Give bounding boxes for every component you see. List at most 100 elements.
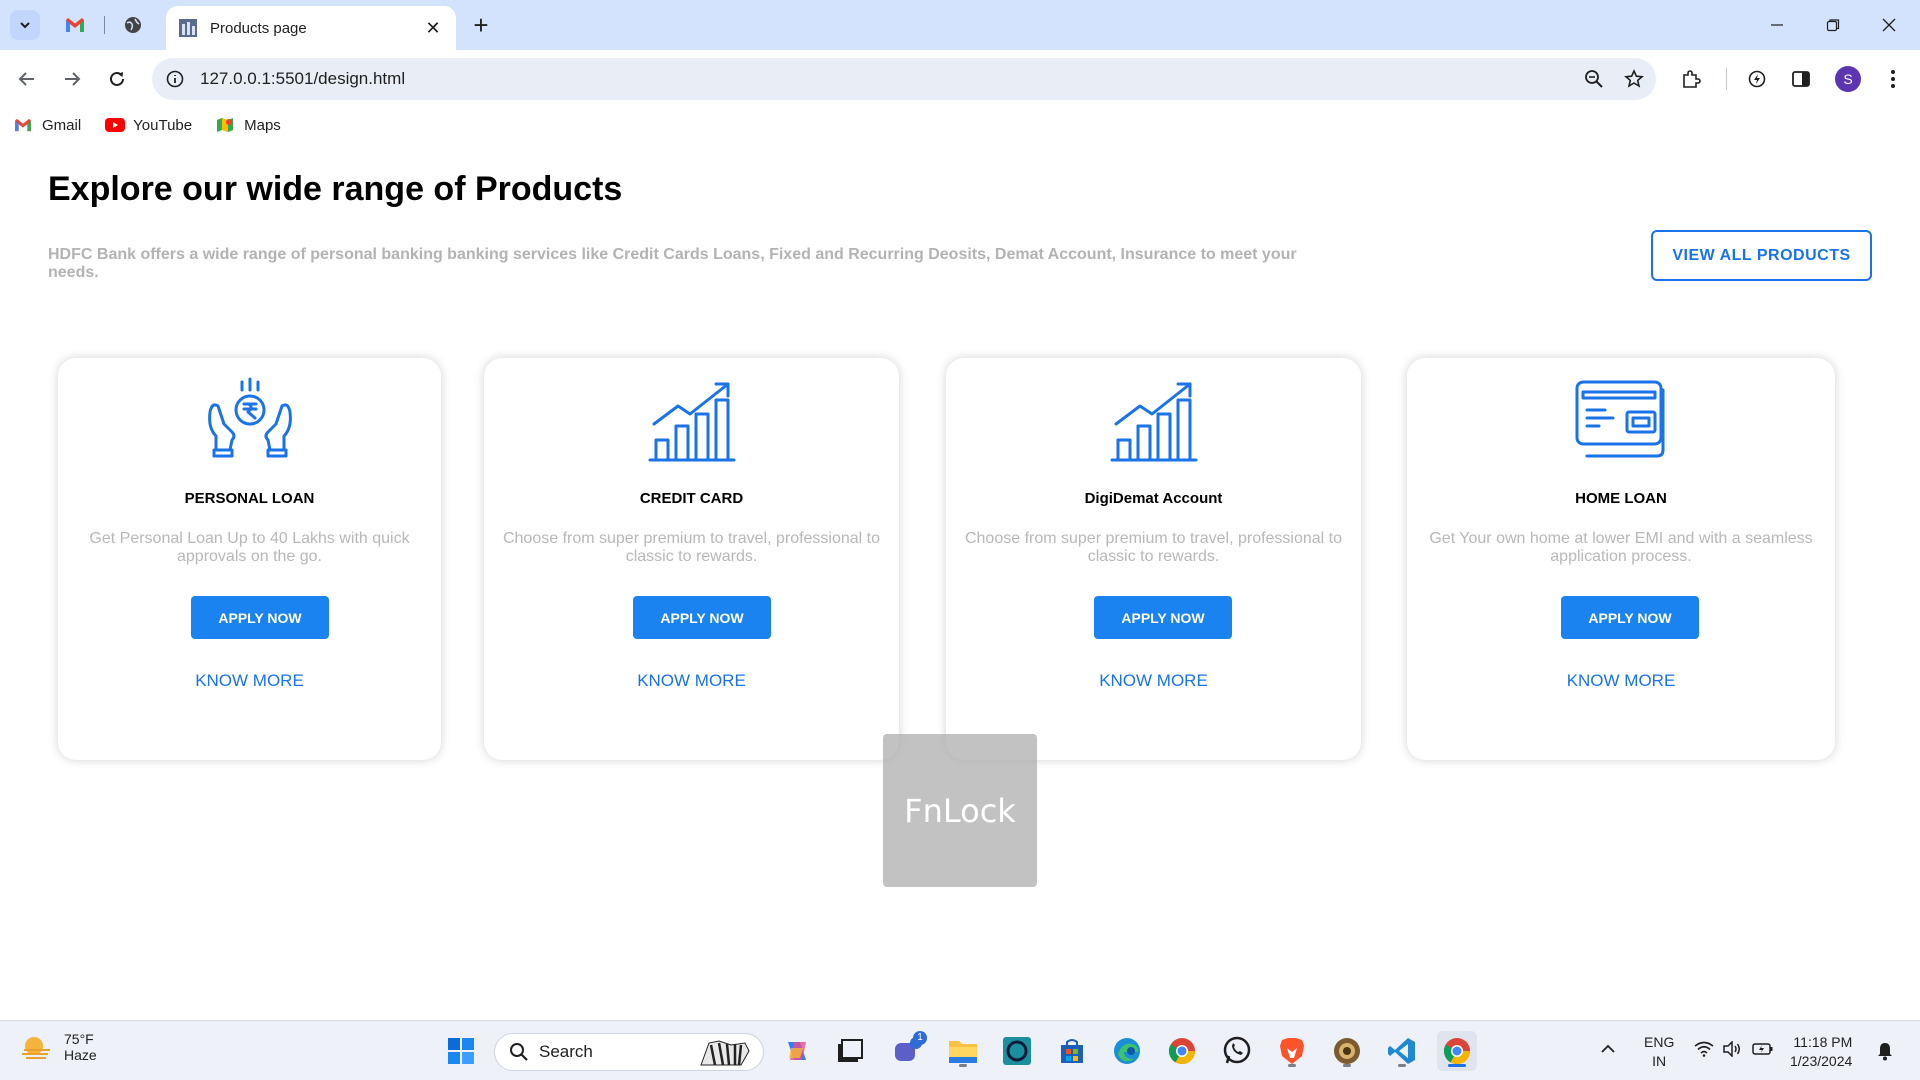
close-tab-icon[interactable]: ✕ [422,17,444,39]
chevron-up-icon [1601,1044,1615,1053]
performance-button[interactable] [1740,62,1774,96]
bookmark-star-icon[interactable] [1616,61,1652,97]
page-description: HDFC Bank offers a wide range of persona… [48,246,1297,281]
teams-badge: 1 [913,1031,927,1045]
taskbar-app-store[interactable] [1052,1031,1092,1071]
language-indicator[interactable]: ENG IN [1644,1033,1674,1071]
battery-icon[interactable] [1752,1041,1774,1060]
gmail-icon [66,18,84,32]
pinned-tab-globe[interactable] [120,12,146,38]
start-button[interactable] [441,1031,481,1071]
chrome-icon [1443,1038,1471,1065]
running-indicator [1288,1064,1296,1067]
bookmark-youtube[interactable]: YouTube [105,117,192,134]
restore-button[interactable] [1810,8,1856,42]
taskbar: 75°F Haze Search 1 ENG IN 11:18 PM 1/23/… [0,1020,1920,1080]
bookmark-label: YouTube [133,116,193,134]
taskbar-app-copilot[interactable] [777,1031,817,1071]
tab-separator [104,16,105,34]
active-indicator [1448,1064,1466,1067]
running-indicator [1398,1064,1406,1067]
bookmark-gmail[interactable]: Gmail [14,117,81,134]
alexa-icon [1003,1037,1031,1065]
taskbar-app-teams[interactable]: 1 [887,1031,927,1071]
extensions-button[interactable] [1674,62,1708,96]
taskbar-app-task-view[interactable] [830,1031,870,1071]
know-more-link[interactable]: KNOW MORE [946,671,1361,691]
running-indicator [959,1064,967,1067]
know-more-link[interactable]: KNOW MORE [58,671,441,691]
know-more-link[interactable]: KNOW MORE [484,671,899,691]
taskbar-app-vscode[interactable] [1382,1031,1422,1071]
tab-search-button[interactable] [10,10,40,40]
taskbar-search[interactable]: Search [494,1033,764,1071]
copilot-icon [788,1042,806,1060]
minimize-icon [1771,24,1783,26]
emblem-icon [1334,1038,1360,1064]
search-icon [510,1043,528,1061]
reload-button[interactable] [100,62,134,96]
taskbar-app-whatsapp[interactable] [1217,1031,1257,1071]
page-favicon-icon [179,19,197,37]
arrow-right-icon [65,72,81,86]
site-info-icon[interactable] [162,66,188,92]
card-description: Choose from super premium to travel, pro… [964,530,1343,565]
running-indicator [1343,1064,1351,1067]
new-tab-button[interactable]: + [466,10,496,40]
apply-now-button[interactable]: APPLY NOW [633,596,771,639]
wifi-icon[interactable] [1694,1041,1714,1060]
taskbar-app-emblem[interactable] [1327,1031,1367,1071]
taskbar-app-alexa[interactable] [997,1031,1037,1071]
taskbar-app-brave[interactable] [1272,1031,1312,1071]
fnlock-overlay: FnLock [883,734,1037,887]
page-title: Explore our wide range of Products [48,170,623,208]
close-window-button[interactable] [1866,8,1912,42]
profile-button[interactable]: S [1831,62,1865,96]
credit-card-icon [1575,380,1665,458]
growth-chart-icon [648,382,735,462]
weather-temperature: 75°F [64,1031,94,1047]
side-panel-icon [1792,71,1810,87]
tab-products-page[interactable]: Products page ✕ [166,6,456,50]
show-hidden-icons-button[interactable] [1600,1041,1616,1057]
store-icon [1061,1039,1083,1063]
restore-icon [1826,19,1840,32]
clock-time: 11:18 PM [1793,1034,1853,1050]
card-title: PERSONAL LOAN [184,490,315,507]
card-description: Get Personal Loan Up to 40 Lakhs with qu… [89,530,410,565]
bookmark-maps[interactable]: Maps [216,117,281,134]
maps-icon [216,117,236,133]
rupee-hands-icon [207,377,292,458]
notification-bell-icon[interactable] [1876,1041,1894,1064]
bookmark-label: Maps [244,116,281,134]
weather-widget[interactable]: 75°F Haze [20,1031,97,1063]
card-title: DigiDemat Account [1084,490,1223,507]
side-panel-button[interactable] [1784,62,1818,96]
forward-button[interactable] [55,62,89,96]
browser-menu-button[interactable] [1876,62,1910,96]
volume-icon[interactable] [1722,1040,1742,1060]
pinned-tab-gmail[interactable] [62,12,88,38]
view-all-products-button[interactable]: VIEW ALL PRODUCTS [1651,230,1872,281]
clock[interactable]: 11:18 PM 1/23/2024 [1790,1033,1852,1071]
product-card-credit-card: CREDIT CARD Choose from super premium to… [484,358,899,760]
edge-icon [1114,1038,1140,1064]
taskbar-app-chrome-active[interactable] [1437,1031,1477,1071]
card-description: Get Your own home at lower EMI and with … [1429,530,1813,565]
card-title: CREDIT CARD [639,490,744,507]
address-bar[interactable]: 127.0.0.1:5501/design.html [152,58,1656,100]
back-button[interactable] [10,62,44,96]
know-more-link[interactable]: KNOW MORE [1407,671,1835,691]
apply-now-button[interactable]: APPLY NOW [1561,596,1699,639]
whatsapp-icon [1223,1036,1251,1064]
apply-now-button[interactable]: APPLY NOW [1094,596,1232,639]
taskbar-app-file-explorer[interactable] [943,1031,983,1071]
chevron-down-icon [20,22,30,29]
minimize-button[interactable] [1754,8,1800,42]
taskbar-app-chrome[interactable] [1162,1031,1202,1071]
apply-now-button[interactable]: APPLY NOW [191,596,329,639]
zoom-icon[interactable] [1576,61,1612,97]
url-text[interactable]: 127.0.0.1:5501/design.html [200,69,1576,89]
taskbar-app-edge[interactable] [1107,1031,1147,1071]
avatar: S [1835,66,1861,92]
